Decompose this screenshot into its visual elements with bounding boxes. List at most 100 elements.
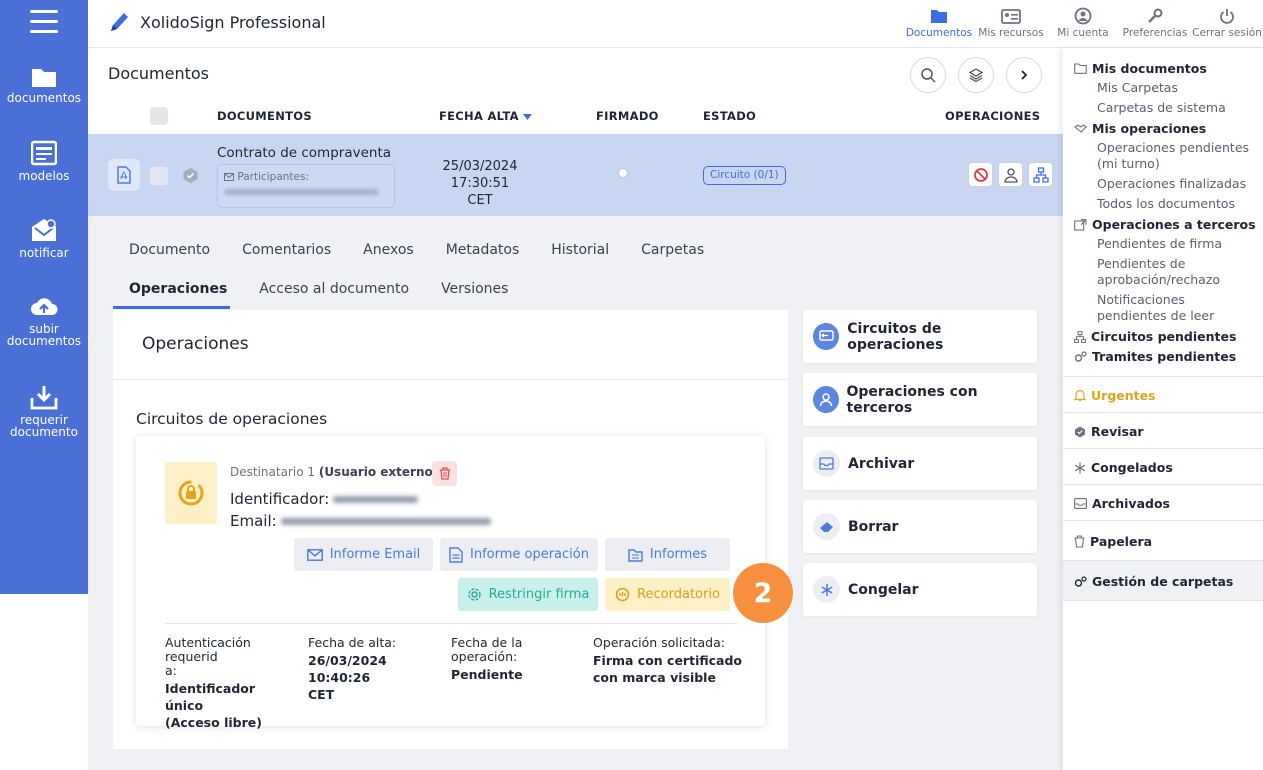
- handshake-icon: [1074, 124, 1087, 133]
- section-revisar[interactable]: Revisar: [1074, 424, 1144, 439]
- user-op-button[interactable]: [998, 162, 1023, 187]
- participants-box: Participantes:: [217, 164, 395, 208]
- right-sidebar: Mis documentos Mis Carpetas Carpetas de …: [1063, 48, 1263, 770]
- folder-outline-icon: [1074, 63, 1087, 74]
- section-circuitos-pendientes[interactable]: Circuitos pendientes: [1074, 329, 1236, 344]
- chevron-right-icon: [1021, 70, 1028, 80]
- tab-operaciones[interactable]: Operaciones: [129, 281, 227, 297]
- sitemap-icon: [1074, 330, 1086, 343]
- snowflake-icon: [813, 576, 840, 603]
- operations-card: Operaciones Circuitos de operaciones Des…: [113, 310, 788, 749]
- item-op-pendientes[interactable]: Operaciones pendientes (mi turno): [1097, 140, 1257, 172]
- section-label: Papelera: [1090, 534, 1153, 549]
- col-estado[interactable]: ESTADO: [703, 109, 756, 123]
- gear-icon: [467, 588, 481, 601]
- item-carpetas-sistema[interactable]: Carpetas de sistema: [1097, 100, 1257, 116]
- section-gestion-carpetas[interactable]: Gestión de carpetas: [1074, 574, 1233, 589]
- identifier-redacted: [333, 496, 419, 503]
- tab-comentarios[interactable]: Comentarios: [242, 242, 331, 258]
- col-fecha-alta-label: FECHA ALTA: [439, 109, 519, 123]
- tab-anexos[interactable]: Anexos: [363, 242, 414, 258]
- topnav-cerrar-sesion[interactable]: Cerrar sesión: [1191, 6, 1263, 39]
- table-row[interactable]: Contrato de compraventa Participantes: 2…: [88, 134, 1063, 216]
- col-fecha-alta[interactable]: FECHA ALTA: [439, 109, 533, 123]
- status-badge[interactable]: Circuito (0/1): [703, 166, 786, 185]
- section-congelados[interactable]: Congelados: [1074, 460, 1173, 475]
- nav-notificar[interactable]: notificar: [0, 217, 88, 259]
- top-navigation: Documentos Mis recursos Mi cuenta Prefer…: [903, 6, 1263, 39]
- nav-documentos[interactable]: documentos: [0, 66, 88, 104]
- reminder-icon: [615, 587, 630, 602]
- tab-versiones[interactable]: Versiones: [441, 281, 508, 297]
- wrench-icon: [1148, 8, 1163, 23]
- section-label: Mis documentos: [1092, 61, 1207, 76]
- pen-logo-icon: [111, 13, 128, 31]
- section-mis-operaciones[interactable]: Mis operaciones: [1074, 121, 1206, 136]
- nav-label: subir documentos: [6, 322, 82, 348]
- row-checkbox[interactable]: [150, 167, 168, 185]
- gears-icon: [1074, 575, 1087, 587]
- side-operaciones-terceros[interactable]: Operaciones con terceros: [803, 373, 1037, 426]
- item-todos-documentos[interactable]: Todos los documentos: [1097, 196, 1257, 212]
- hamburger-menu-icon[interactable]: [30, 10, 58, 36]
- tab-acceso-documento[interactable]: Acceso al documento: [259, 281, 409, 297]
- informe-email-button[interactable]: Informe Email: [294, 538, 433, 571]
- locked-user-icon: [178, 480, 204, 506]
- search-button[interactable]: [910, 57, 946, 93]
- informe-operacion-button[interactable]: Informe operación: [440, 538, 598, 571]
- informes-button[interactable]: Informes: [605, 538, 730, 571]
- layers-button[interactable]: [958, 57, 994, 93]
- section-papelera[interactable]: Papelera: [1074, 534, 1152, 549]
- topnav-preferencias[interactable]: Preferencias: [1119, 6, 1191, 39]
- side-archivar[interactable]: Archivar: [803, 437, 1037, 490]
- circuit-op-button[interactable]: [1028, 162, 1053, 187]
- tab-historial[interactable]: Historial: [551, 242, 609, 258]
- nav-modelos[interactable]: modelos: [0, 140, 88, 182]
- id-card-icon: [1001, 9, 1021, 24]
- section-op-terceros[interactable]: Operaciones a terceros: [1074, 217, 1256, 232]
- nav-requerir-documento[interactable]: requerir documento: [0, 384, 88, 438]
- pdf-file-icon[interactable]: [108, 159, 140, 191]
- item-pendientes-firma[interactable]: Pendientes de firma: [1097, 236, 1257, 252]
- date-value: 25/03/2024 17:30:51: [442, 159, 518, 191]
- side-circuitos-operaciones[interactable]: Circuitos de operaciones: [803, 310, 1037, 363]
- section-mis-documentos[interactable]: Mis documentos: [1074, 61, 1207, 76]
- col-firmado[interactable]: FIRMADO: [596, 109, 659, 123]
- tab-metadatos[interactable]: Metadatos: [446, 242, 520, 258]
- signed-indicator: [618, 168, 628, 178]
- button-label: Informes: [649, 547, 708, 562]
- recordatorio-button[interactable]: Recordatorio: [605, 578, 730, 611]
- mail-icon: [224, 173, 234, 181]
- restringir-firma-button[interactable]: Restringir firma: [458, 578, 598, 611]
- info-autenticacion: Autenticación requerid a: Identificador …: [165, 636, 295, 731]
- item-op-finalizadas[interactable]: Operaciones finalizadas: [1097, 176, 1257, 192]
- topnav-mi-cuenta[interactable]: Mi cuenta: [1047, 6, 1119, 39]
- tab-documento[interactable]: Documento: [129, 242, 210, 258]
- folder-icon: [931, 10, 947, 23]
- button-label: Restringir firma: [488, 587, 590, 602]
- delete-recipient-button[interactable]: [432, 461, 457, 486]
- tab-carpetas[interactable]: Carpetas: [641, 242, 704, 258]
- topnav-documentos[interactable]: Documentos: [903, 6, 975, 39]
- section-tramites-pendientes[interactable]: Tramites pendientes: [1074, 349, 1236, 364]
- item-notificaciones-pendientes[interactable]: Notificaciones pendientes de leer: [1097, 292, 1257, 324]
- document-name[interactable]: Contrato de compraventa: [217, 145, 391, 161]
- cancel-op-button[interactable]: [968, 162, 993, 187]
- topnav-label: Mi cuenta: [1057, 27, 1109, 39]
- mail-icon: [306, 548, 323, 561]
- item-pendientes-aprobacion[interactable]: Pendientes de aprobación/rechazo: [1097, 256, 1257, 288]
- col-documentos[interactable]: DOCUMENTOS: [217, 109, 312, 123]
- divider: [1063, 412, 1263, 413]
- topnav-mis-recursos[interactable]: Mis recursos: [975, 6, 1047, 39]
- side-congelar[interactable]: Congelar: [803, 563, 1037, 616]
- item-mis-carpetas[interactable]: Mis Carpetas: [1097, 80, 1257, 96]
- nav-subir-documentos[interactable]: subir documentos: [0, 295, 88, 347]
- col-operaciones: OPERACIONES: [945, 109, 1041, 123]
- ban-icon: [973, 167, 988, 182]
- side-borrar[interactable]: Borrar: [803, 500, 1037, 553]
- section-archivados[interactable]: Archivados: [1074, 496, 1170, 511]
- folder-icon: [32, 69, 56, 87]
- next-button[interactable]: [1006, 57, 1042, 93]
- select-all-checkbox[interactable]: [150, 107, 168, 125]
- section-urgentes[interactable]: Urgentes: [1074, 388, 1156, 403]
